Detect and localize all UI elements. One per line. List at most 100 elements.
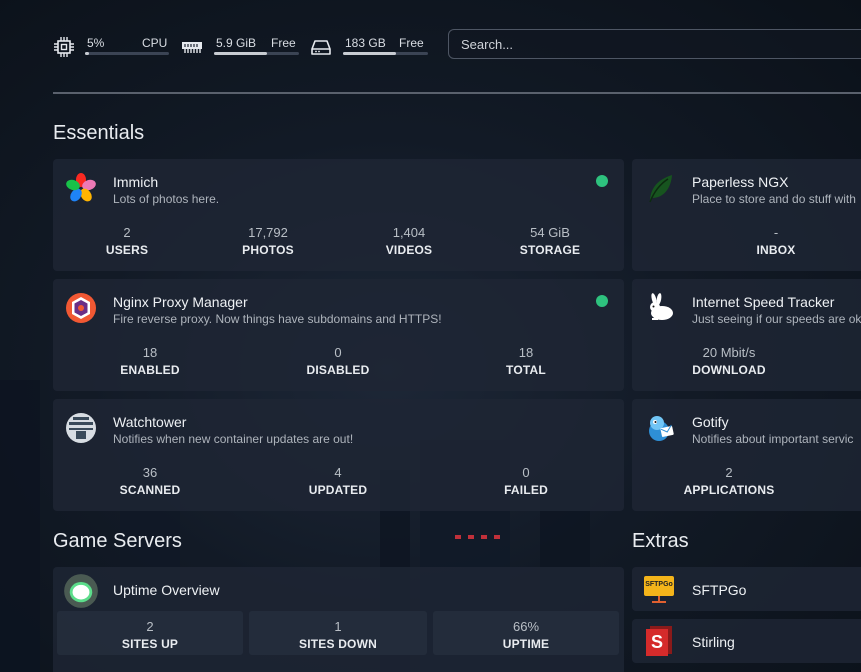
- disk-usage-bar: [343, 52, 428, 55]
- card-description: Notifies when new container updates are …: [113, 432, 354, 446]
- memory-usage-bar: [214, 52, 299, 55]
- stat-sites-up: 2 SITES UP: [57, 611, 243, 655]
- service-card-stirling[interactable]: S Stirling: [632, 619, 861, 663]
- card-title: Nginx Proxy Manager: [113, 294, 248, 310]
- uptime-kuma-icon: [64, 574, 98, 608]
- stat-videos: 1,404 VIDEOS: [339, 225, 479, 259]
- stat-value: 0: [334, 345, 342, 360]
- cpu-icon: [54, 37, 74, 57]
- service-card-watchtower[interactable]: Watchtower Notifies when new container u…: [53, 399, 624, 511]
- stat-label: DISABLED: [306, 363, 370, 377]
- stat-label: UPDATED: [308, 483, 368, 497]
- nginx-proxy-manager-icon: [66, 293, 96, 323]
- card-title: Internet Speed Tracker: [692, 294, 835, 310]
- rabbit-icon: [650, 293, 673, 320]
- stat-total: 18 TOTAL: [433, 345, 619, 379]
- stat-value: -: [773, 225, 779, 240]
- stat-value: 18: [518, 345, 534, 360]
- memory-icon: [182, 42, 202, 53]
- stat-value: 20 Mbit/s: [702, 345, 756, 360]
- stat-photos: 17,792 PHOTOS: [198, 225, 338, 259]
- stat-label: FAILED: [504, 483, 548, 497]
- disk-usage-fill: [343, 52, 396, 55]
- stat-uptime: 66% UPTIME: [433, 611, 619, 655]
- stat-value: 54 GiB: [530, 225, 570, 240]
- stat-label: STORAGE: [519, 243, 581, 257]
- card-title: Uptime Overview: [113, 582, 220, 598]
- stat-value: 2: [725, 465, 733, 480]
- stat-label: UPTIME: [502, 637, 550, 651]
- stat-disabled: 0 DISABLED: [245, 345, 431, 379]
- card-title: SFTPGo: [692, 582, 747, 598]
- card-title: Gotify: [692, 414, 729, 430]
- stat-label: INBOX: [756, 243, 796, 257]
- stat-label: TOTAL: [506, 363, 546, 377]
- card-description: Place to store and do stuff with: [692, 192, 856, 206]
- stat-storage: 54 GiB STORAGE: [480, 225, 620, 259]
- stat-sites-down: 1 SITES DOWN: [249, 611, 427, 655]
- service-card-uptime-overview[interactable]: Uptime Overview 2 SITES UP 1 SITES DOWN …: [53, 567, 624, 672]
- memory-value: 5.9 GiB: [216, 36, 257, 50]
- stat-label: PHOTOS: [242, 243, 294, 257]
- stat-failed: 0 FAILED: [433, 465, 619, 499]
- disk-value: 183 GB: [345, 36, 386, 50]
- memory-widget: 5.9 GiB Free: [181, 36, 301, 58]
- service-card-nginx-proxy-manager[interactable]: Nginx Proxy Manager Fire reverse proxy. …: [53, 279, 624, 391]
- sftpgo-icon-text: SFTPGo: [645, 581, 673, 588]
- stat-inbox: - INBOX: [706, 225, 846, 259]
- gotify-icon: [649, 416, 674, 441]
- section-title-extras: Extras: [632, 530, 689, 552]
- service-card-gotify[interactable]: Gotify Notifies about important servic 2…: [632, 399, 861, 511]
- stat-value: 17,792: [248, 225, 288, 240]
- card-title: Watchtower: [113, 414, 187, 430]
- service-card-sftpgo[interactable]: SFTPGo SFTPGo: [632, 567, 861, 611]
- stat-enabled: 18 ENABLED: [57, 345, 243, 379]
- cpu-value: 5%: [87, 36, 105, 50]
- stat-label: SITES UP: [121, 637, 179, 651]
- stat-label: DOWNLOAD: [692, 363, 766, 377]
- stat-label: USERS: [105, 243, 149, 257]
- stat-value: 1: [334, 619, 342, 634]
- watchtower-icon: [66, 413, 96, 443]
- card-description: Notifies about important servic: [692, 432, 854, 446]
- card-description: Lots of photos here.: [113, 192, 220, 206]
- stat-label: APPLICATIONS: [683, 483, 775, 497]
- header-divider: [53, 92, 861, 94]
- stat-scanned: 36 SCANNED: [57, 465, 243, 499]
- status-online-indicator: [596, 175, 608, 187]
- stat-updated: 4 UPDATED: [245, 465, 431, 499]
- status-online-indicator: [596, 295, 608, 307]
- disk-label: Free: [399, 36, 424, 50]
- card-title: Immich: [113, 174, 159, 190]
- stat-applications: 2 APPLICATIONS: [664, 465, 794, 499]
- stat-value: 66%: [512, 619, 540, 634]
- stat-value: 2: [123, 225, 131, 240]
- stat-label: SCANNED: [119, 483, 181, 497]
- service-card-paperless-ngx[interactable]: Paperless NGX Place to store and do stuf…: [632, 159, 861, 271]
- stat-download: 20 Mbit/s DOWNLOAD: [664, 345, 794, 379]
- memory-label: Free: [271, 36, 296, 50]
- service-card-internet-speed-tracker[interactable]: Internet Speed Tracker Just seeing if ou…: [632, 279, 861, 391]
- stat-label: ENABLED: [120, 363, 180, 377]
- card-title: Paperless NGX: [692, 174, 789, 190]
- cpu-usage-fill: [85, 52, 90, 55]
- cpu-widget: 5% CPU: [53, 36, 171, 58]
- stat-value: 18: [142, 345, 158, 360]
- stat-value: 1,404: [392, 225, 426, 240]
- memory-usage-fill: [214, 52, 267, 55]
- stat-users: 2 USERS: [57, 225, 197, 259]
- section-title-game-servers: Game Servers: [53, 530, 182, 552]
- stat-value: 36: [142, 465, 158, 480]
- card-title: Stirling: [692, 634, 735, 650]
- stat-value: 4: [334, 465, 342, 480]
- immich-icon: [66, 173, 96, 202]
- stat-label: SITES DOWN: [298, 637, 377, 651]
- section-title-essentials: Essentials: [53, 122, 145, 144]
- leaf-icon: [649, 175, 672, 203]
- search-input[interactable]: [448, 29, 861, 59]
- cpu-label: CPU: [142, 36, 168, 50]
- card-description: Fire reverse proxy. Now things have subd…: [113, 312, 442, 326]
- cpu-usage-bar: [85, 52, 169, 55]
- service-card-immich[interactable]: Immich Lots of photos here. 2 USERS 17,7…: [53, 159, 624, 271]
- stat-value: 0: [522, 465, 530, 480]
